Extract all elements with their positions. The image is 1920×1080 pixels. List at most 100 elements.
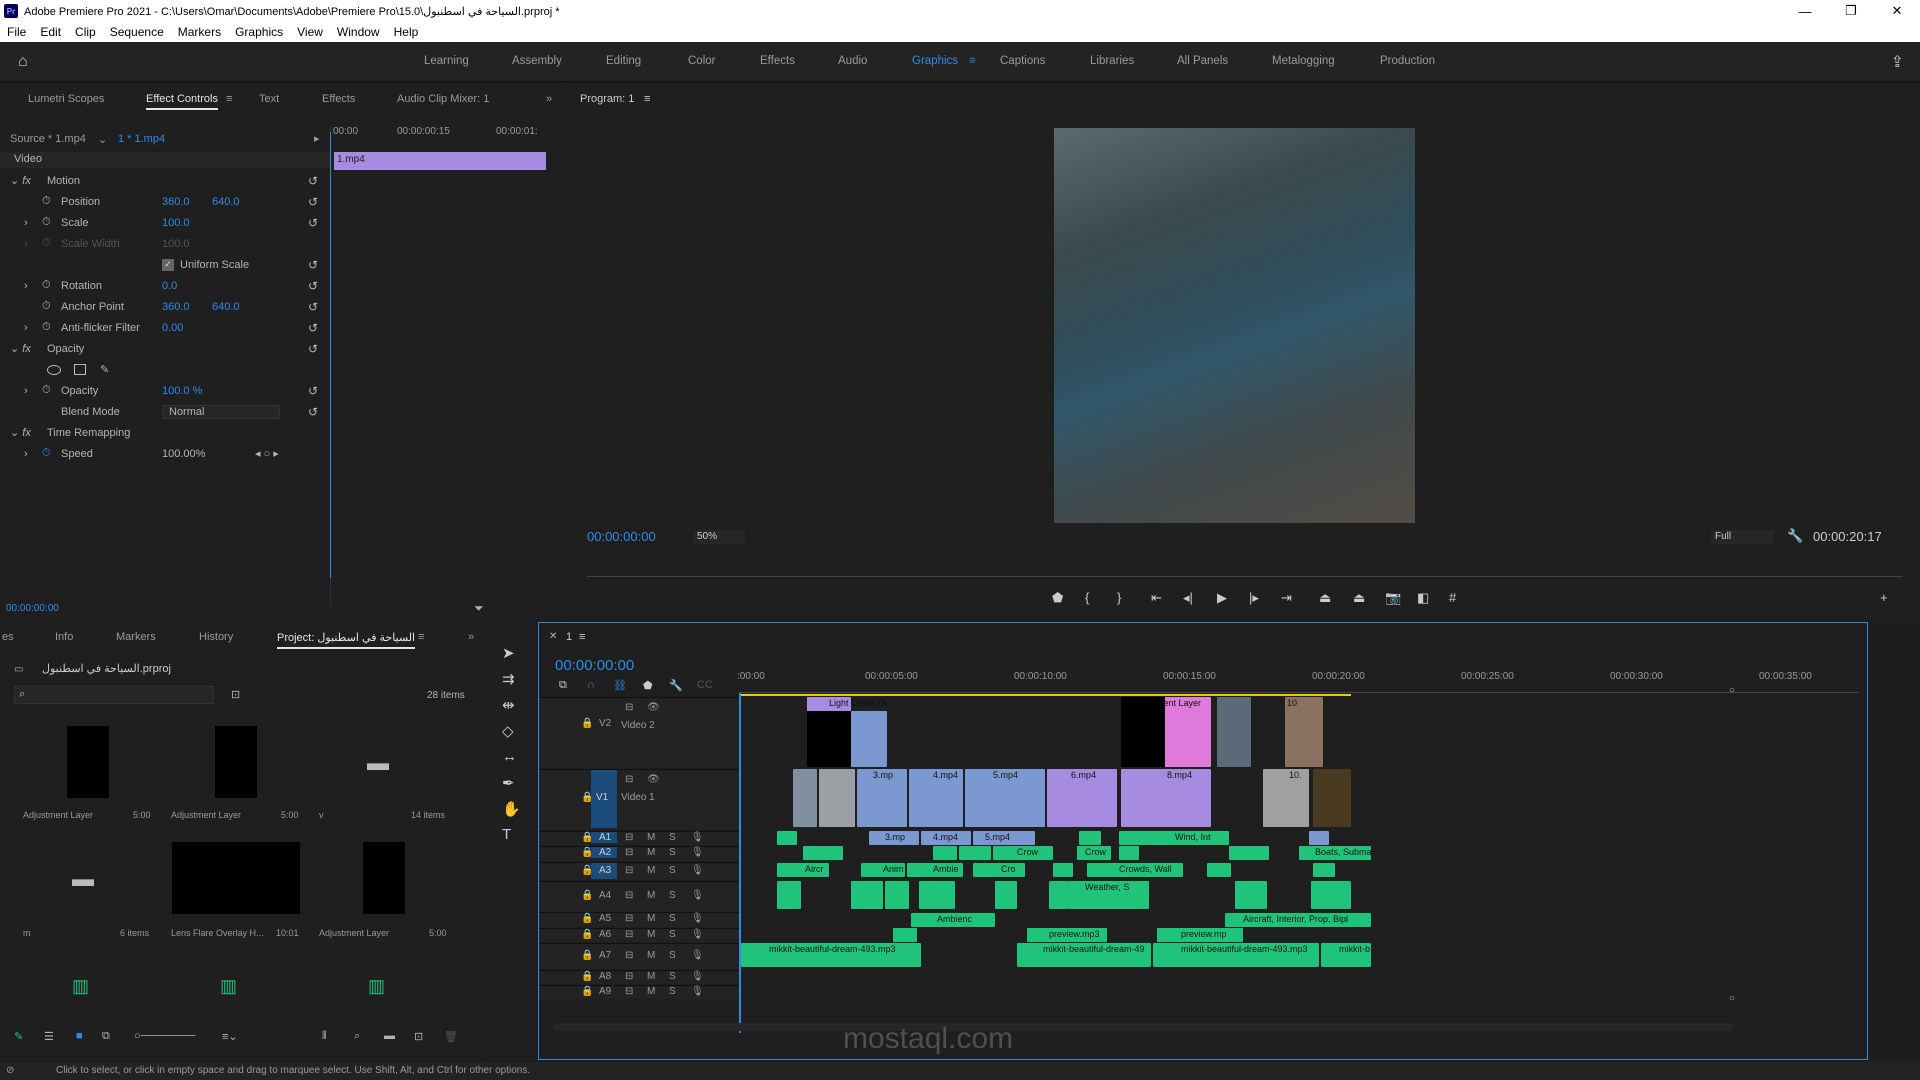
expand-icon[interactable]: › [24, 385, 28, 397]
mic-icon[interactable]: 🎙 [691, 929, 704, 940]
audio-clip[interactable] [885, 881, 909, 909]
mic-icon[interactable]: 🎙 [691, 865, 704, 876]
solo-button[interactable]: S [669, 832, 676, 843]
tab-lumetri-scopes[interactable]: Lumetri Scopes [28, 93, 104, 105]
reset-icon[interactable]: ↺ [308, 342, 318, 356]
audio-waveform-icon[interactable]: ▥ [220, 976, 237, 997]
lock-icon[interactable]: 🔒 [581, 986, 593, 997]
workspace-all-panels[interactable]: All Panels [1177, 55, 1228, 67]
sync-lock-icon[interactable]: ⊟ [625, 702, 633, 713]
home-icon[interactable]: ⌂ [18, 53, 38, 71]
mute-button[interactable]: M [647, 929, 655, 940]
menu-edit[interactable]: Edit [33, 25, 68, 39]
wrench-icon[interactable]: 🔧 [1787, 528, 1803, 544]
audio-clip[interactable] [1079, 831, 1101, 845]
track-name[interactable]: V2 [599, 718, 611, 729]
anchor-y-value[interactable]: 640.0 [212, 301, 240, 313]
workspace-audio[interactable]: Audio [838, 55, 867, 67]
track-name[interactable]: A2 [591, 847, 617, 858]
stopwatch-icon[interactable]: ⏱ [42, 447, 51, 460]
audio-clip[interactable] [1207, 863, 1231, 877]
audio-clip-mikkit-2[interactable]: mikkit-beautiful-dream-49 [1017, 943, 1151, 967]
audio-clip-crowds-wall[interactable]: Crowds, Wall [1087, 863, 1183, 877]
audio-clip-cro[interactable]: Cro [973, 863, 1025, 877]
audio-waveform-icon[interactable]: ▥ [72, 976, 89, 997]
program-timecode[interactable]: 00:00:00:00 [587, 529, 656, 544]
audio-clip[interactable] [995, 881, 1017, 909]
clip-v1-4[interactable]: 4.mp4 [909, 769, 963, 827]
fx-icon[interactable]: ⌄ fx [10, 174, 31, 187]
mic-icon[interactable]: 🎙 [691, 971, 704, 982]
expand-icon[interactable]: › [24, 280, 28, 292]
lock-icon[interactable]: 🔒 [581, 950, 593, 961]
position-y-value[interactable]: 640.0 [212, 196, 240, 208]
add-marker-icon[interactable]: ⬟ [1052, 590, 1063, 606]
reset-icon[interactable]: ↺ [308, 300, 318, 314]
audio-clip[interactable] [1053, 863, 1073, 877]
asset-thumbnail[interactable] [172, 842, 300, 914]
source-clip-label[interactable]: Source * 1.mp4 [10, 133, 86, 145]
menu-graphics[interactable]: Graphics [228, 25, 290, 39]
clip-v1-8[interactable]: 8.mp4 [1121, 769, 1211, 827]
menu-help[interactable]: Help [387, 25, 426, 39]
new-bin-from-search-icon[interactable]: ⊡ [231, 688, 240, 701]
audio-clip-ambienc[interactable]: Ambienc [911, 913, 995, 927]
audio-clip[interactable] [1049, 881, 1069, 909]
linked-selection-icon[interactable]: ⛓ [613, 679, 627, 692]
hand-icon[interactable]: ✋ [502, 800, 521, 818]
audio-clip-5[interactable]: 5.mp4 [973, 831, 1035, 845]
ellipse-mask-icon[interactable] [47, 364, 61, 375]
clip-v2-thumb[interactable] [1217, 697, 1251, 767]
audio-clip-aircr[interactable]: Aircr [777, 863, 829, 877]
workspace-production[interactable]: Production [1380, 55, 1435, 67]
menu-clip[interactable]: Clip [68, 25, 103, 39]
audio-clip[interactable] [933, 846, 957, 860]
find-icon[interactable]: ⌕ [354, 1030, 360, 1043]
clip-adjustment-layer[interactable]: Adjustment Layer [1121, 697, 1211, 767]
snap-icon[interactable]: ∩ [587, 679, 595, 691]
program-menu-icon[interactable]: ≡ [644, 93, 650, 105]
menu-view[interactable]: View [290, 25, 330, 39]
close-button[interactable]: ✕ [1874, 0, 1920, 22]
minimize-button[interactable]: — [1782, 0, 1828, 22]
audio-clip[interactable] [851, 881, 883, 909]
nest-icon[interactable]: ⧉ [559, 679, 567, 692]
filter-icon[interactable]: ⏷ [474, 601, 484, 616]
expand-icon[interactable]: › [24, 448, 28, 460]
type-icon[interactable]: T [502, 826, 511, 843]
tab-effect-controls-menu-icon[interactable]: ≡ [226, 93, 232, 105]
audio-clip[interactable] [959, 846, 991, 860]
audio-clip-wind[interactable]: Wind, Int [1119, 831, 1229, 845]
audio-clip-crow[interactable]: Crow [993, 846, 1053, 860]
stopwatch-icon[interactable]: ⏱ [42, 321, 51, 334]
keyframe-nav-icon[interactable]: ◂ ○ ▸ [255, 447, 279, 460]
tab-project[interactable]: Project: السياحة في اسطنبول [277, 631, 416, 649]
razor-icon[interactable]: ◇ [502, 722, 514, 740]
new-bin-icon[interactable]: ▬ [384, 1030, 395, 1042]
selection-tool-icon[interactable]: ➤ [502, 644, 515, 662]
lock-icon[interactable]: 🔒 [581, 890, 593, 901]
opacity-value[interactable]: 100.0 % [162, 385, 202, 397]
solo-button[interactable]: S [669, 913, 676, 924]
zoom-select[interactable]: 50% [693, 530, 745, 544]
tab-history[interactable]: History [199, 631, 233, 643]
add-marker-icon[interactable]: ⬟ [643, 679, 653, 692]
reset-icon[interactable]: ↺ [308, 195, 318, 209]
timeline-playhead[interactable] [739, 693, 741, 1033]
search-input[interactable]: ⌕ [14, 686, 214, 704]
solo-button[interactable]: S [669, 865, 676, 876]
clip-v1-6[interactable]: 6.mp4 [1047, 769, 1117, 827]
scale-value[interactable]: 100.0 [162, 217, 190, 229]
audio-clip-boats[interactable]: Boats, Submar [1299, 846, 1371, 860]
list-view-icon[interactable]: ☰ [44, 1030, 54, 1043]
audio-clip-aircraft[interactable]: Aircraft, Interior, Prop, Bipl [1225, 913, 1371, 927]
audio-waveform-icon[interactable]: ▥ [368, 976, 385, 997]
workspace-assembly[interactable]: Assembly [512, 55, 562, 67]
mic-icon[interactable]: 🎙 [691, 913, 704, 924]
menu-file[interactable]: File [0, 25, 33, 39]
ec-playhead[interactable] [330, 132, 331, 578]
tab-effect-controls[interactable]: Effect Controls [146, 93, 218, 110]
fx-icon[interactable]: ⌄ fx [10, 426, 31, 439]
maximize-button[interactable]: ❐ [1828, 0, 1874, 22]
audio-clip[interactable] [777, 881, 801, 909]
